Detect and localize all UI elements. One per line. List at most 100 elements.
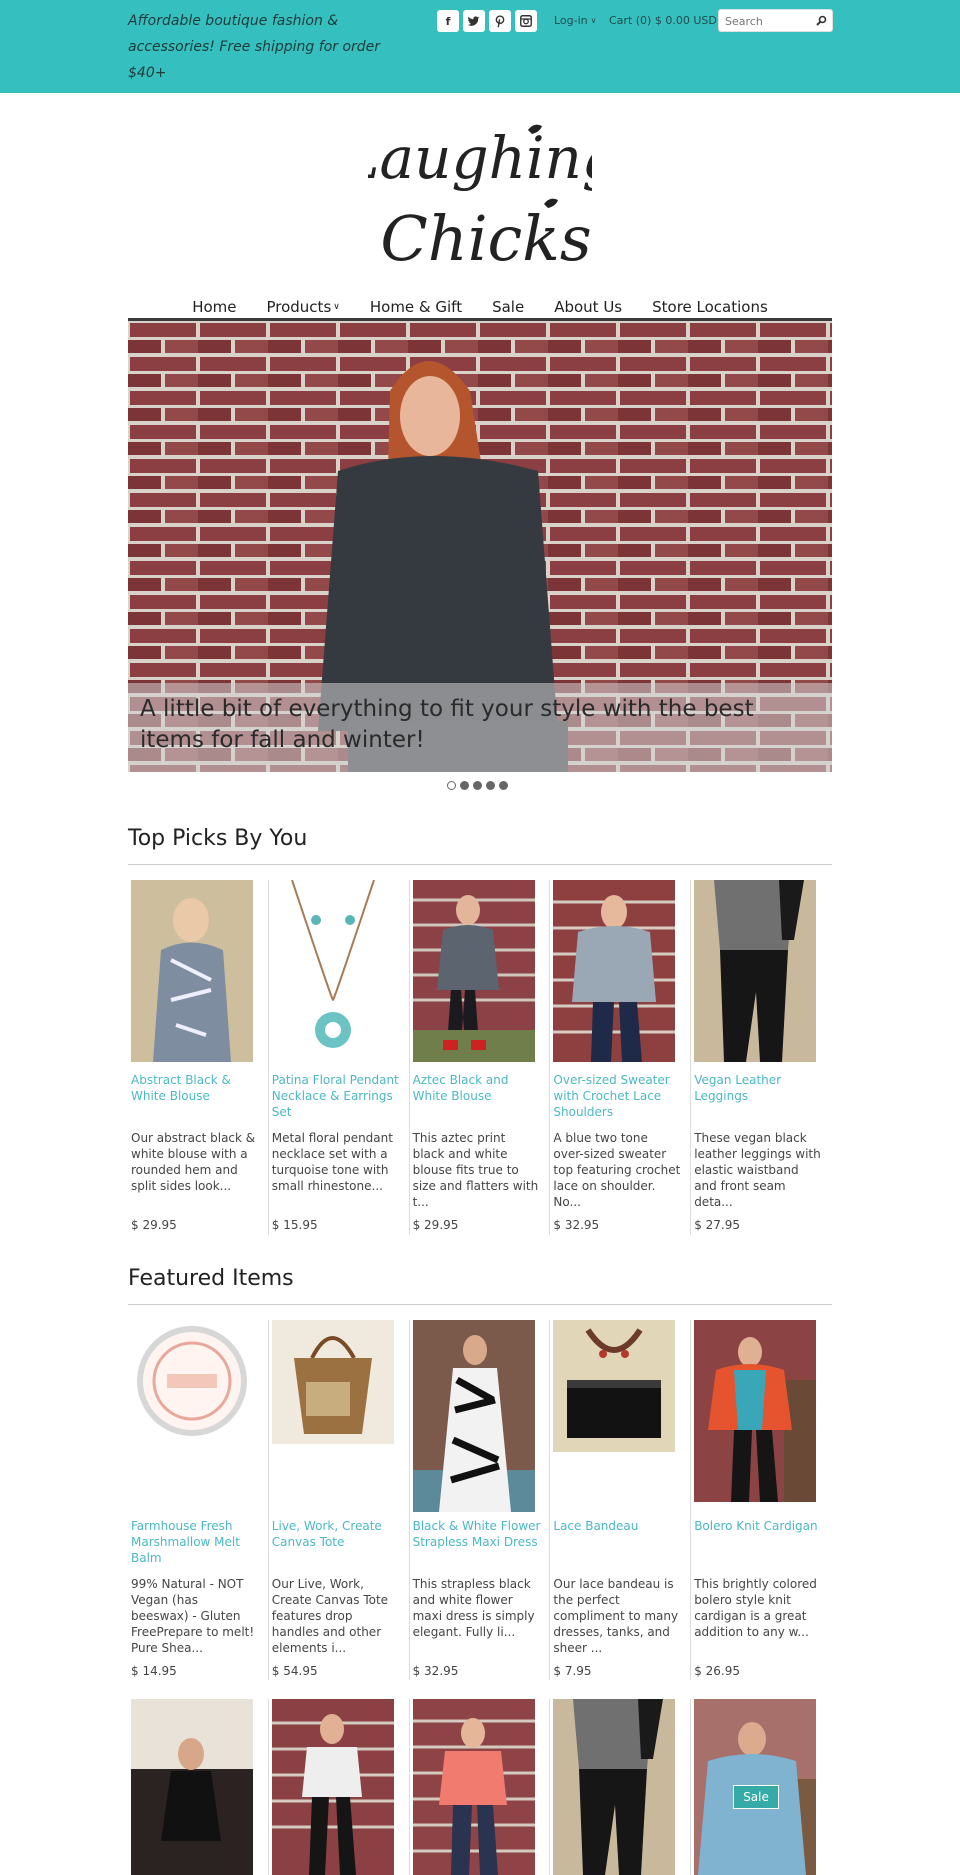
search-box xyxy=(718,9,833,32)
product-description: This aztec print black and white blouse … xyxy=(412,1131,539,1209)
product-image-wrap[interactable]: Sale xyxy=(694,1699,817,1875)
section-divider xyxy=(128,864,832,865)
product-image[interactable] xyxy=(694,1320,817,1502)
product-card[interactable]: Lace Bandeau Our lace bandeau is the per… xyxy=(550,1320,692,1680)
product-image[interactable] xyxy=(271,1699,394,1875)
product-image[interactable] xyxy=(553,880,676,1062)
product-description: Our Live, Work, Create Canvas Tote featu… xyxy=(271,1577,389,1655)
featured-items-title: Featured Items xyxy=(128,1266,294,1291)
product-image[interactable] xyxy=(271,879,394,1062)
product-card[interactable]: Vegan Leather Leggings These vegan black… xyxy=(691,880,832,1235)
top-bar: Affordable boutique fashion & accessorie… xyxy=(0,0,960,93)
brand-logo[interactable]: Laughing Chicks xyxy=(368,110,592,285)
product-image[interactable] xyxy=(131,1320,253,1442)
cart-link[interactable]: Cart (0) $ 0.00 USD xyxy=(609,14,717,27)
product-price: $ 7.95 xyxy=(553,1664,592,1678)
nav-sale-label: Sale xyxy=(492,298,525,316)
logo-line-1: Laughing xyxy=(368,124,592,192)
product-name[interactable]: Live, Work, Create Canvas Tote xyxy=(272,1518,400,1550)
hero-slideshow[interactable]: A little bit of everything to fit your s… xyxy=(128,321,832,772)
product-image[interactable] xyxy=(131,880,253,1062)
top-picks-title: Top Picks By You xyxy=(128,826,308,851)
product-name[interactable]: Bolero Knit Cardigan xyxy=(694,1518,822,1534)
product-description: Our lace bandeau is the perfect complime… xyxy=(553,1577,679,1655)
product-image[interactable] xyxy=(271,1320,394,1444)
product-image[interactable] xyxy=(553,1699,676,1875)
sale-badge: Sale xyxy=(733,1785,779,1809)
product-card[interactable]: Over-sized Sweater with Crochet Lace Sho… xyxy=(550,880,692,1235)
nav-about-us-label: About Us xyxy=(554,298,623,316)
product-name[interactable]: Black & White Flower Strapless Maxi Dres… xyxy=(413,1518,541,1550)
product-price: $ 32.95 xyxy=(553,1218,600,1232)
social-links: f xyxy=(437,10,537,32)
search-icon[interactable] xyxy=(814,14,828,28)
product-price: $ 15.95 xyxy=(271,1218,318,1232)
product-name[interactable]: Aztec Black and White Blouse xyxy=(413,1072,541,1104)
chevron-down-icon: ∨ xyxy=(590,16,597,25)
product-price: $ 27.95 xyxy=(694,1218,740,1232)
product-card[interactable]: Live, Work, Create Canvas Tote Our Live,… xyxy=(269,1320,410,1680)
login-label: Log-in xyxy=(554,14,588,27)
product-description: 99% Natural - NOT Vegan (has beeswax) - … xyxy=(131,1577,255,1655)
product-description: A blue two tone over-sized sweater top f… xyxy=(553,1131,681,1209)
product-price: $ 32.95 xyxy=(412,1664,459,1678)
slide-dot[interactable] xyxy=(460,781,469,790)
product-image[interactable] xyxy=(694,880,817,1062)
tagline: Affordable boutique fashion & accessorie… xyxy=(128,13,381,81)
chevron-down-icon: ∨ xyxy=(333,302,340,312)
product-description: Our abstract black & white blouse with a… xyxy=(131,1131,256,1193)
product-card[interactable]: Patina Floral Pendant Necklace & Earring… xyxy=(269,879,410,1235)
product-price: $ 29.95 xyxy=(412,1218,459,1232)
product-price: $ 54.95 xyxy=(271,1664,318,1678)
product-name[interactable]: Abstract Black & White Blouse xyxy=(131,1072,259,1104)
product-card[interactable]: Farmhouse Fresh Marshmallow Melt Balm 99… xyxy=(128,1320,269,1680)
product-description: These vegan black leather leggings with … xyxy=(694,1131,821,1209)
twitter-icon[interactable] xyxy=(463,10,485,32)
slide-dot[interactable] xyxy=(486,781,495,790)
facebook-icon[interactable]: f xyxy=(437,10,459,32)
product-card[interactable] xyxy=(410,1699,551,1875)
product-name[interactable]: Over-sized Sweater with Crochet Lace Sho… xyxy=(553,1072,681,1120)
product-card[interactable]: Abstract Black & White Blouse Our abstra… xyxy=(128,880,269,1235)
nav-home-label: Home xyxy=(192,298,237,316)
slide-indicators xyxy=(447,781,508,790)
product-image[interactable] xyxy=(412,1699,535,1875)
product-image[interactable] xyxy=(553,1320,676,1452)
product-name[interactable]: Lace Bandeau xyxy=(553,1518,681,1534)
featured-grid: Farmhouse Fresh Marshmallow Melt Balm 99… xyxy=(128,1320,832,1680)
product-price: $ 29.95 xyxy=(131,1218,177,1232)
product-name[interactable]: Farmhouse Fresh Marshmallow Melt Balm xyxy=(131,1518,259,1566)
product-card[interactable]: Sale xyxy=(691,1699,832,1875)
product-image[interactable] xyxy=(412,880,535,1062)
product-description: This strapless black and white flower ma… xyxy=(412,1577,535,1639)
top-picks-grid: Abstract Black & White Blouse Our abstra… xyxy=(128,879,832,1235)
slide-dot[interactable] xyxy=(473,781,482,790)
nav-store-locations-label: Store Locations xyxy=(652,298,768,316)
slide-dot[interactable] xyxy=(447,781,456,790)
search-input[interactable] xyxy=(719,11,811,32)
hero-caption: A little bit of everything to fit your s… xyxy=(128,683,832,772)
product-image[interactable] xyxy=(412,1320,535,1512)
pinterest-icon[interactable] xyxy=(489,10,511,32)
product-price: $ 14.95 xyxy=(131,1664,177,1678)
product-card[interactable] xyxy=(269,1699,410,1875)
product-card[interactable] xyxy=(128,1699,269,1875)
product-description: This brightly colored bolero style knit … xyxy=(694,1577,817,1639)
section-divider xyxy=(128,1304,832,1305)
slide-dot[interactable] xyxy=(499,781,508,790)
product-card[interactable]: Aztec Black and White Blouse This aztec … xyxy=(410,880,551,1235)
product-name[interactable]: Vegan Leather Leggings xyxy=(694,1072,822,1104)
nav-home-gift-label: Home & Gift xyxy=(369,298,463,316)
login-link[interactable]: Log-in ∨ xyxy=(554,14,597,27)
product-name[interactable]: Patina Floral Pendant Necklace & Earring… xyxy=(272,1072,400,1120)
nav-products-label: Products xyxy=(266,298,332,316)
product-description: Metal floral pendant necklace set with a… xyxy=(271,1131,393,1193)
product-card[interactable]: Black & White Flower Strapless Maxi Dres… xyxy=(410,1320,551,1680)
product-image[interactable] xyxy=(131,1699,253,1875)
featured-grid-row-2: Sale xyxy=(128,1699,832,1875)
product-price: $ 26.95 xyxy=(694,1664,740,1678)
logo-line-2: Chicks xyxy=(380,202,591,275)
product-card[interactable] xyxy=(550,1699,692,1875)
instagram-icon[interactable] xyxy=(515,10,537,32)
product-card[interactable]: Bolero Knit Cardigan This brightly color… xyxy=(691,1320,832,1680)
